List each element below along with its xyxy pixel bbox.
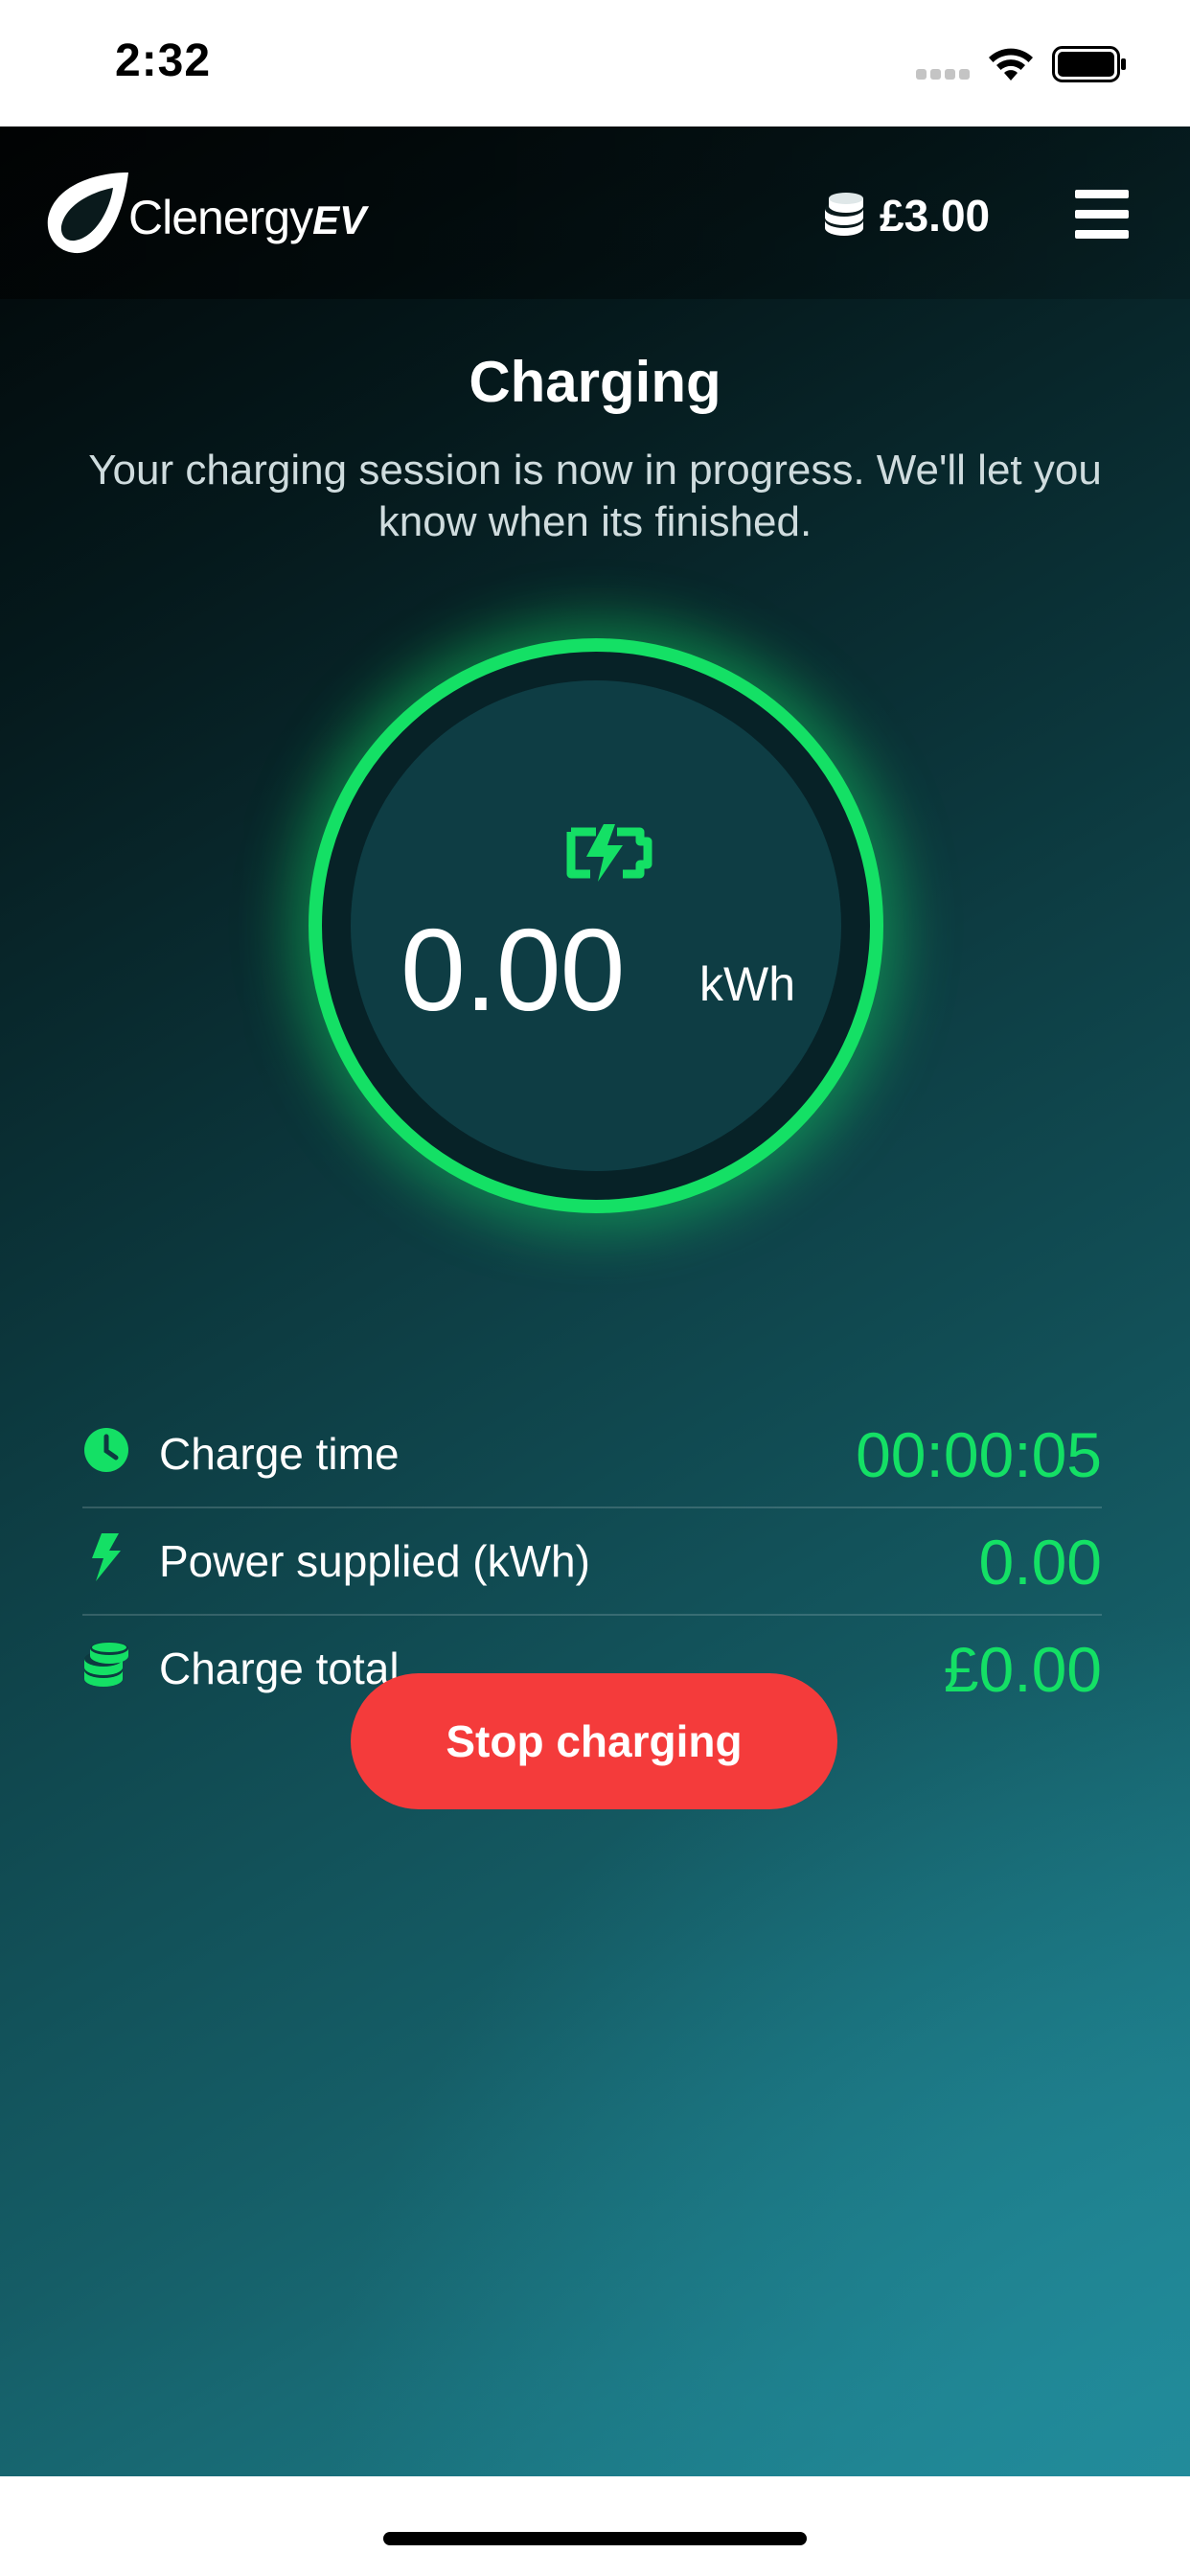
stat-value: £0.00 (943, 1634, 1102, 1705)
page-title: Charging (469, 350, 721, 414)
energy-value: 0.00 (400, 905, 625, 1035)
energy-gauge: 0.00 kWh (309, 638, 883, 1213)
lightning-bolt-icon (92, 1533, 121, 1581)
stat-row-power-supplied: Power supplied (kWh) 0.00 (82, 1508, 1102, 1616)
stat-label: Charge total (159, 1644, 400, 1693)
stat-row-charge-time: Charge time 00:00:05 (82, 1401, 1102, 1508)
leaf-logo-icon (47, 172, 129, 254)
session-description: Your charging session is now in progress… (88, 447, 1102, 545)
home-indicator[interactable] (383, 2532, 807, 2545)
hamburger-menu-icon[interactable] (1071, 188, 1133, 242)
battery-charging-icon (566, 824, 652, 882)
brand-wordmark: ClenergyEV (128, 190, 366, 245)
stat-label: Power supplied (kWh) (159, 1536, 590, 1586)
stat-value: 0.00 (978, 1527, 1102, 1598)
app-header: ClenergyEV £3.00 (0, 126, 1190, 299)
home-bar (0, 2476, 1190, 2576)
brand-suffix: EV (312, 197, 367, 242)
status-time: 2:32 (115, 35, 212, 86)
status-bar: 2:32 (0, 0, 1190, 126)
charging-screen: ClenergyEV £3.00 Charging Your charging … (0, 126, 1190, 2476)
stat-label: Charge time (159, 1429, 400, 1479)
coins-icon (84, 1642, 128, 1687)
balance-amount: £3.00 (880, 191, 991, 241)
wifi-icon (989, 48, 1033, 80)
cellular-signal-icon (916, 69, 970, 80)
clock-icon (84, 1428, 128, 1472)
account-balance[interactable]: £3.00 (822, 186, 1014, 243)
brand-logo[interactable]: ClenergyEV (42, 169, 387, 261)
coins-icon (825, 193, 863, 236)
stat-value: 00:00:05 (856, 1419, 1102, 1490)
stop-charging-button[interactable]: Stop charging (351, 1673, 837, 1809)
energy-unit: kWh (699, 957, 795, 1011)
battery-icon (1052, 46, 1126, 82)
screen: 2:32 ClenergyEV £3.00 Charging Your char… (0, 0, 1190, 2576)
brand-name: Clenergy (128, 191, 313, 244)
